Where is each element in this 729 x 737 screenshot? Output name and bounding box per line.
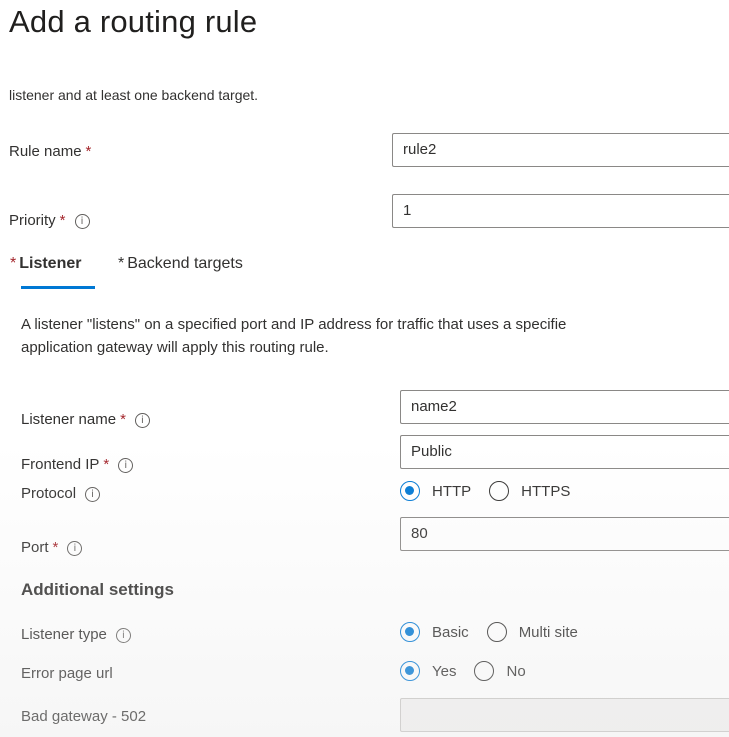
info-icon[interactable]: i — [67, 540, 83, 556]
port-label-text: Port — [21, 539, 49, 556]
tab-backend-targets-label: Backend targets — [127, 255, 243, 272]
priority-label: Priority * i — [9, 212, 90, 229]
listener-description-line1: A listener "listens" on a specified port… — [21, 316, 567, 333]
radio-unchecked-icon — [489, 481, 510, 501]
info-icon[interactable]: i — [85, 486, 101, 502]
listener-description: A listener "listens" on a specified port… — [21, 313, 566, 359]
rule-name-input[interactable]: rule2 — [392, 133, 729, 167]
bad-gateway-input[interactable] — [400, 698, 729, 732]
tab-backend-targets[interactable]: * Backend targets — [118, 255, 243, 273]
bad-gateway-label: Bad gateway - 502 — [21, 708, 147, 725]
rule-name-label-text: Rule name — [9, 143, 82, 160]
required-marker: * — [85, 143, 92, 160]
listener-name-input[interactable]: name2 — [400, 390, 729, 424]
page-description: listener and at least one backend target… — [9, 87, 259, 103]
listener-name-label-text: Listener name — [21, 411, 117, 428]
frontend-ip-select[interactable]: Public — [400, 435, 729, 469]
tab-listener-label: Listener — [19, 255, 82, 272]
required-marker: * — [59, 212, 66, 229]
error-page-url-option-yes[interactable]: Yes — [400, 661, 456, 681]
protocol-label-text: Protocol — [21, 485, 77, 502]
required-marker: * — [118, 255, 125, 272]
frontend-ip-label: Frontend IP * i — [21, 456, 134, 473]
page-title: Add a routing rule — [9, 4, 258, 39]
frontend-ip-label-text: Frontend IP — [21, 456, 100, 473]
additional-settings-heading: Additional settings — [21, 580, 174, 599]
listener-description-line2: application gateway will apply this rout… — [21, 339, 329, 356]
radio-unchecked-icon — [486, 622, 507, 642]
listener-type-option-basic-label: Basic — [432, 623, 469, 641]
protocol-label: Protocol i — [21, 485, 101, 502]
priority-label-text: Priority — [9, 212, 56, 229]
error-page-url-label: Error page url — [21, 665, 113, 682]
radio-unchecked-icon — [474, 661, 495, 681]
priority-input[interactable]: 1 — [392, 194, 729, 228]
protocol-option-https[interactable]: HTTPS — [489, 481, 570, 501]
protocol-radio-group: HTTP HTTPS — [400, 481, 588, 501]
listener-type-option-multi-site-label: Multi site — [518, 623, 578, 641]
listener-type-label: Listener type i — [21, 626, 131, 643]
info-icon[interactable]: i — [118, 457, 134, 473]
protocol-option-http[interactable]: HTTP — [400, 481, 471, 501]
active-tab-indicator — [21, 286, 95, 289]
listener-type-option-basic[interactable]: Basic — [400, 622, 469, 642]
listener-type-label-text: Listener type — [21, 626, 107, 643]
port-label: Port * i — [21, 539, 83, 556]
info-icon[interactable]: i — [134, 412, 150, 428]
error-page-url-option-no[interactable]: No — [474, 661, 526, 681]
radio-checked-icon — [400, 661, 420, 681]
tab-listener[interactable]: * Listener — [10, 255, 81, 273]
error-page-url-option-yes-label: Yes — [432, 662, 457, 680]
required-marker: * — [52, 539, 59, 556]
required-marker: * — [103, 456, 110, 473]
required-marker: * — [10, 255, 17, 272]
listener-type-option-multi-site[interactable]: Multi site — [486, 622, 578, 642]
listener-type-radio-group: Basic Multi site — [400, 622, 596, 642]
rule-name-label: Rule name * — [9, 143, 91, 160]
error-page-url-radio-group: Yes No — [400, 661, 544, 681]
port-input[interactable]: 80 — [400, 517, 729, 551]
required-marker: * — [120, 411, 126, 428]
listener-name-label: Listener name * i — [21, 411, 150, 428]
info-icon[interactable]: i — [74, 213, 90, 229]
protocol-option-https-label: HTTPS — [521, 482, 571, 500]
error-page-url-label-text: Error page url — [21, 665, 113, 682]
radio-checked-icon — [400, 481, 420, 501]
protocol-option-http-label: HTTP — [432, 482, 472, 500]
info-icon[interactable]: i — [115, 627, 131, 643]
radio-checked-icon — [400, 622, 420, 642]
error-page-url-option-no-label: No — [506, 662, 526, 680]
